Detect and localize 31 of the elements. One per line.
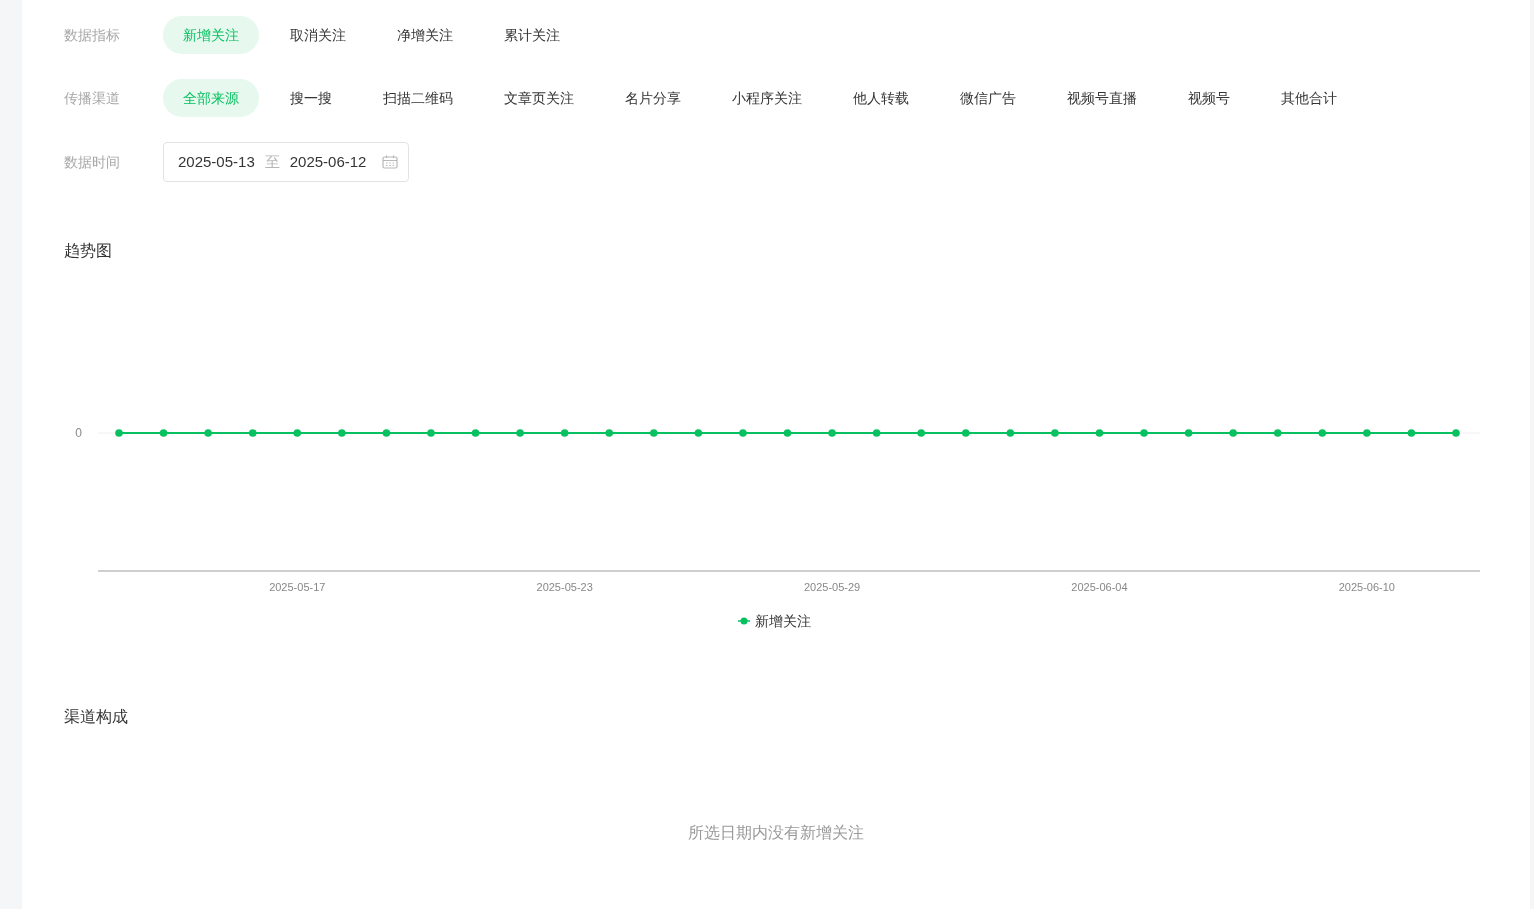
x-tick-label: 2025-05-17	[269, 581, 326, 593]
filter-tab[interactable]: 视频号直播	[1047, 79, 1157, 117]
calendar-icon	[382, 155, 399, 169]
filter-tab[interactable]: 扫描二维码	[363, 79, 473, 117]
filter-tab[interactable]: 名片分享	[605, 79, 701, 117]
range-separator: 至	[264, 151, 280, 172]
empty-message: 所选日期内没有新增关注	[687, 823, 865, 843]
date-range-field[interactable]: 2025-05-13 至 2025-06-12	[163, 142, 410, 182]
filter-tab[interactable]: 搜一搜	[270, 79, 352, 117]
x-tick-label: 2025-05-23	[536, 581, 593, 593]
filter-tab[interactable]: 他人转载	[833, 79, 929, 117]
section-title: 渠道构成	[64, 707, 129, 727]
x-tick-label: 2025-06-10	[1338, 581, 1395, 593]
filter-label: 传播渠道	[64, 88, 121, 108]
filter-tab[interactable]: 微信广告	[940, 79, 1036, 117]
section-title: 趋势图	[64, 241, 113, 261]
filter-tab[interactable]: 净增关注	[377, 16, 473, 54]
y-tick-label: 0	[75, 426, 82, 440]
x-tick-label: 2025-05-29	[803, 581, 861, 593]
filter-tab[interactable]: 取消关注	[270, 16, 366, 54]
filter-label: 数据时间	[64, 152, 121, 172]
filter-tab[interactable]: 累计关注	[484, 16, 580, 54]
date-value: 2025-05-13	[178, 151, 255, 172]
filter-label: 数据指标	[64, 25, 121, 45]
date-value: 2025-06-12	[289, 151, 367, 172]
filter-tab[interactable]: 小程序关注	[712, 79, 822, 117]
legend-label: 新增关注	[755, 613, 811, 629]
x-tick-label: 2025-06-04	[1071, 581, 1128, 593]
filter-tab[interactable]: 其他合计	[1261, 79, 1357, 117]
filter-tab[interactable]: 视频号	[1168, 79, 1250, 117]
filter-tab[interactable]: 文章页关注	[484, 79, 594, 117]
